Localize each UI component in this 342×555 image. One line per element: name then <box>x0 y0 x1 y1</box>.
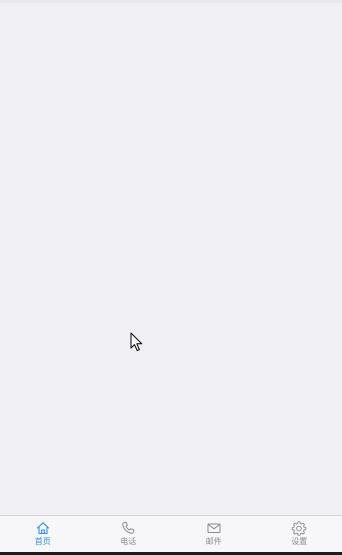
mail-icon <box>207 523 221 533</box>
tab-home-label: 首页 <box>34 537 51 546</box>
tab-home[interactable]: 首页 <box>0 516 86 552</box>
home-icon <box>36 522 49 535</box>
tab-mail-label: 邮件 <box>205 537 222 546</box>
tab-settings[interactable]: 设置 <box>257 516 342 552</box>
phone-icon <box>122 521 135 534</box>
bottom-tab-bar: 首页 电话 邮件 设置 <box>0 515 342 552</box>
tab-mail[interactable]: 邮件 <box>171 516 257 552</box>
app-screen: 首页 电话 邮件 设置 <box>0 0 342 555</box>
tab-settings-label: 设置 <box>291 537 308 546</box>
mouse-cursor-icon <box>130 332 143 352</box>
main-content-area <box>0 3 342 517</box>
gear-icon <box>292 521 307 536</box>
tab-phone[interactable]: 电话 <box>86 516 172 552</box>
tab-phone-label: 电话 <box>120 537 137 546</box>
